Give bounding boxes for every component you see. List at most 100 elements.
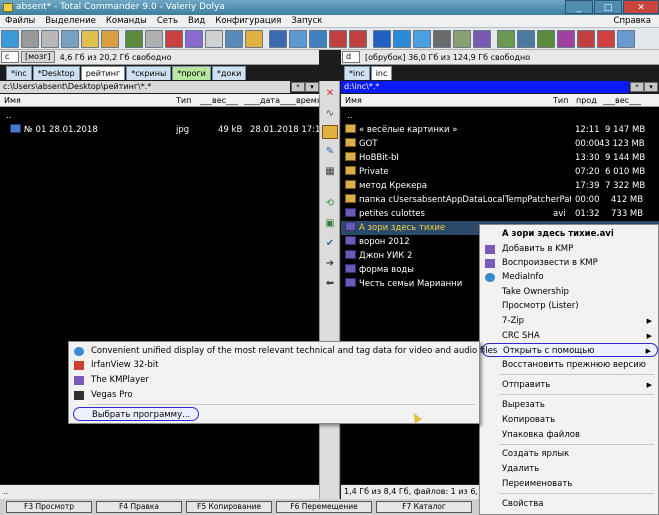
full-view-icon[interactable]	[41, 30, 59, 48]
left-col-date[interactable]: ____дата____время	[244, 94, 322, 107]
folder-row[interactable]: папка cUsersabsentAppDataLocalTempPatche…	[341, 193, 659, 207]
right-col-prod[interactable]: прод	[576, 94, 597, 107]
submenu-irfanview[interactable]: IrfanView 32-bit	[69, 358, 479, 372]
folder-row[interactable]: HoBBit-bI 13:30 9 144 MB	[341, 151, 659, 165]
shutdown-icon[interactable]	[597, 30, 615, 48]
ctx-copy[interactable]: Копировать	[480, 413, 658, 427]
folder-row[interactable]: « весёлые картинки » 12:11 9 147 MB	[341, 123, 659, 137]
menu-view[interactable]: Вид	[183, 15, 210, 28]
submenu-vegas-pro[interactable]: Vegas Pro	[69, 388, 479, 402]
cmd-icon[interactable]	[393, 30, 411, 48]
link-icon[interactable]: ∿	[322, 107, 338, 121]
f6-move-button[interactable]: F6 Перемещение	[276, 501, 372, 513]
music-icon[interactable]	[473, 30, 491, 48]
left-col-type[interactable]: Тип	[176, 94, 191, 107]
ctx-delete[interactable]: Удалить	[480, 462, 658, 476]
video-icon[interactable]	[453, 30, 471, 48]
config-icon[interactable]	[433, 30, 451, 48]
right-hotlist-button[interactable]: ▾	[644, 82, 658, 92]
compare-icon[interactable]	[145, 30, 163, 48]
archive-icon[interactable]	[269, 30, 287, 48]
minimize-button[interactable]: _	[565, 0, 593, 14]
left-tab-inc[interactable]: *inc	[6, 66, 32, 80]
notepad-icon[interactable]	[245, 30, 263, 48]
network-icon[interactable]	[289, 30, 307, 48]
close-button[interactable]: ✕	[623, 0, 659, 14]
right-tab-inc[interactable]: inc	[370, 66, 393, 80]
folder-row[interactable]: GOT 00:00 43 123 MB	[341, 137, 659, 151]
left-file-panel[interactable]: .. № 01 28.01.2018 jpg 49 kB 28.01.2018 …	[0, 107, 319, 484]
ctx-take-ownership[interactable]: Take Ownership	[480, 285, 658, 299]
brief-view-icon[interactable]	[21, 30, 39, 48]
arrow-right-icon[interactable]: ➜	[322, 257, 338, 271]
help-icon[interactable]	[617, 30, 635, 48]
delete-icon[interactable]: ✕	[322, 87, 338, 101]
left-tab-docs[interactable]: *доки	[211, 66, 247, 80]
ctx-7zip[interactable]: 7-Zip ▶	[480, 314, 658, 328]
ctx-lister[interactable]: Просмотр (Lister)	[480, 299, 658, 313]
ctx-cut[interactable]: Вырезать	[480, 398, 658, 412]
submenu-choose-program[interactable]: Выбрать программу...	[73, 407, 199, 421]
tree-icon[interactable]	[125, 30, 143, 48]
f7-mkdir-button[interactable]: F7 Каталог	[376, 501, 472, 513]
left-hotlist-button[interactable]: ▾	[305, 82, 319, 92]
ctx-add-to-kmp[interactable]: Добавить в KMP	[480, 242, 658, 256]
power-icon[interactable]	[577, 30, 595, 48]
right-col-size[interactable]: ___вес___	[603, 94, 641, 107]
edit-icon[interactable]	[322, 125, 338, 139]
left-tab-progs[interactable]: *проги	[172, 66, 211, 80]
ftp-icon[interactable]	[185, 30, 203, 48]
r-icon[interactable]	[373, 30, 391, 48]
left-tab-screens[interactable]: *скрины	[126, 66, 172, 80]
left-tab-rating[interactable]: рейтинг	[80, 66, 126, 80]
file-row[interactable]: ..	[341, 109, 659, 123]
menu-net[interactable]: Сеть	[152, 15, 183, 28]
ctx-open-with[interactable]: Открыть с помощью ▶	[482, 343, 658, 357]
file-row[interactable]: petites culottes avi 01:32 733 MB	[341, 207, 659, 221]
ctx-send-to[interactable]: Отправить ▶	[480, 378, 658, 392]
image-icon[interactable]	[497, 30, 515, 48]
ctx-pack-files[interactable]: Упаковка файлов	[480, 428, 658, 442]
submenu-mediainfo[interactable]: Convenient unified display of the most r…	[69, 344, 497, 358]
right-drive-select[interactable]: d	[342, 51, 360, 63]
pack-icon[interactable]	[81, 30, 99, 48]
unpack-icon[interactable]	[101, 30, 119, 48]
f4-edit-button[interactable]: F4 Правка	[96, 501, 182, 513]
folder-row[interactable]: метод Крекера 17:39 7 322 MB	[341, 179, 659, 193]
grid-icon[interactable]: ▦	[322, 165, 338, 179]
left-tab-desktop[interactable]: *Desktop	[32, 66, 80, 80]
left-path[interactable]: c:\Users\absent\Desktop\рейтинг\*.*	[0, 81, 290, 93]
menu-start[interactable]: Запуск	[286, 15, 327, 28]
menu-selection[interactable]: Выделение	[40, 15, 101, 28]
sync-icon[interactable]	[165, 30, 183, 48]
file-row[interactable]: № 01 28.01.2018 jpg 49 kB 28.01.2018 17:…	[0, 123, 319, 137]
folder-row[interactable]: Private 07:20 6 010 MB	[341, 165, 659, 179]
browser-icon[interactable]	[309, 30, 327, 48]
left-col-size[interactable]: ___вес___	[200, 94, 238, 107]
rename-icon[interactable]	[225, 30, 243, 48]
word-icon[interactable]	[413, 30, 431, 48]
ctx-restore-version[interactable]: Восстановить прежнюю версию	[480, 358, 658, 372]
right-col-type[interactable]: Тип	[553, 94, 568, 107]
menu-commands[interactable]: Команды	[101, 15, 152, 28]
refresh-icon[interactable]	[1, 30, 19, 48]
f5-copy-button[interactable]: F5 Копирование	[186, 501, 272, 513]
ctx-play-in-kmp[interactable]: Воспроизвести в KMP	[480, 256, 658, 270]
right-tab-inc-star[interactable]: *inc	[344, 66, 370, 80]
left-drive-menu[interactable]: [мозг]	[21, 51, 55, 63]
screen-icon[interactable]: ▣	[322, 217, 338, 231]
search-icon[interactable]	[205, 30, 223, 48]
desktop-icon[interactable]	[517, 30, 535, 48]
ctx-rename[interactable]: Переименовать	[480, 477, 658, 491]
left-drive-select[interactable]: c	[1, 51, 19, 63]
right-history-button[interactable]: *	[630, 82, 644, 92]
right-col-name[interactable]: Имя	[345, 94, 362, 107]
maximize-button[interactable]: □	[594, 0, 622, 14]
ctx-create-shortcut[interactable]: Создать ярлык	[480, 447, 658, 461]
menu-help[interactable]: Справка	[614, 15, 651, 28]
select-icon[interactable]	[61, 30, 79, 48]
arrow-left-icon[interactable]: ⬅	[322, 277, 338, 291]
left-history-button[interactable]: *	[291, 82, 305, 92]
rar-icon[interactable]	[557, 30, 575, 48]
ctx-crc-sha[interactable]: CRC SHA ▶	[480, 329, 658, 343]
